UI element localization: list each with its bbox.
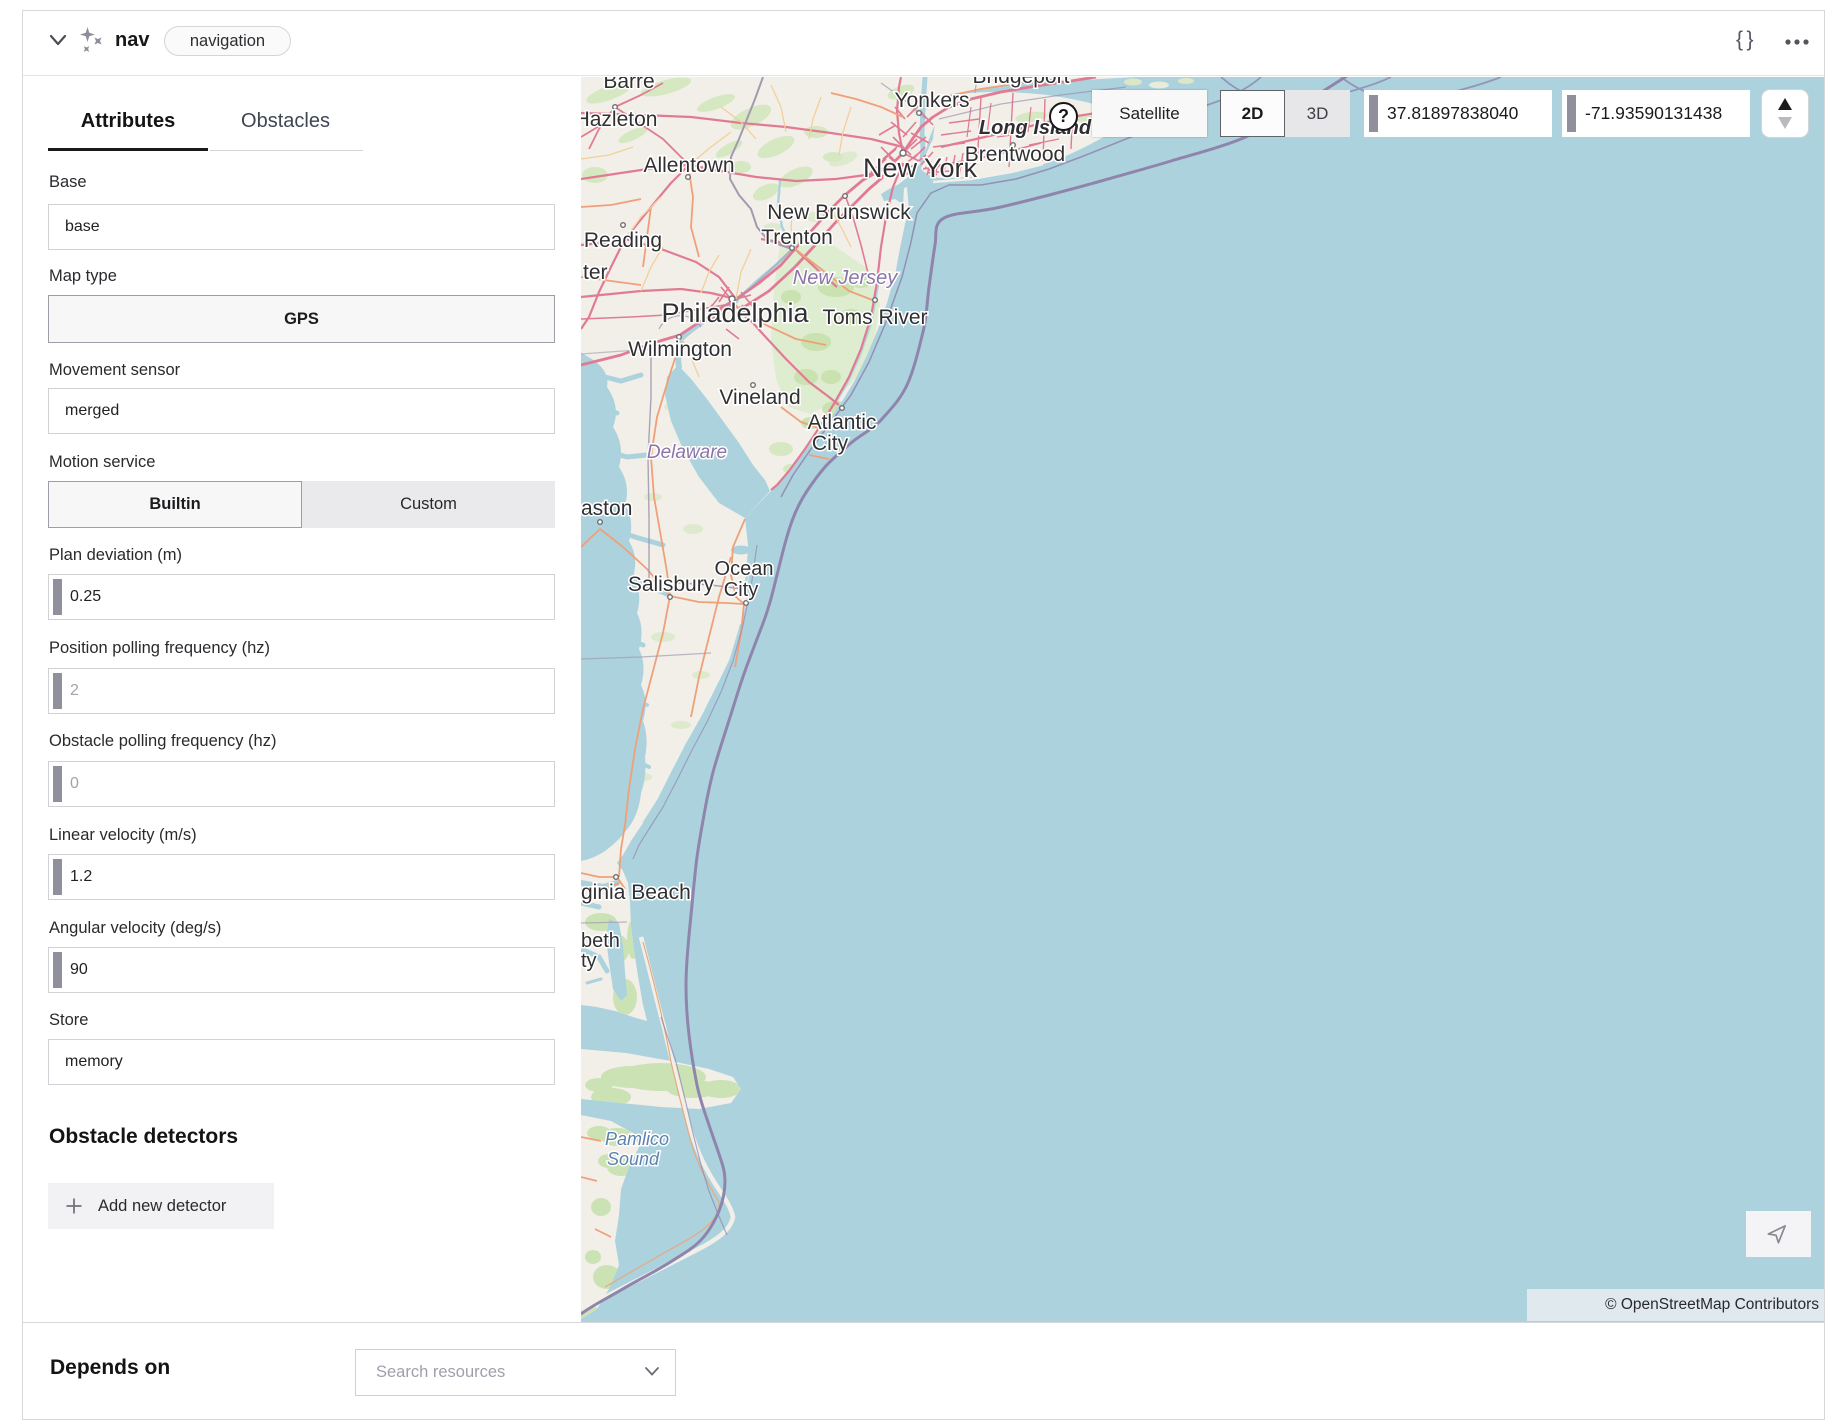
svg-text:Barre: Barre: [603, 77, 654, 93]
svg-text:Yonkers: Yonkers: [894, 89, 969, 112]
svg-text:beth: beth: [581, 930, 620, 952]
svg-text:Trenton: Trenton: [761, 226, 833, 249]
svg-text:ginia Beach: ginia Beach: [581, 881, 691, 904]
svg-text:Sound: Sound: [607, 1149, 660, 1169]
svg-text:ty: ty: [581, 950, 597, 972]
svg-text:Philadelphia: Philadelphia: [661, 298, 809, 328]
svg-text:Brentwood: Brentwood: [965, 143, 1065, 166]
svg-text:Pamlico: Pamlico: [605, 1129, 669, 1149]
svg-text:Toms River: Toms River: [822, 306, 927, 329]
svg-text:aston: aston: [581, 497, 632, 520]
svg-text:Bridgeport: Bridgeport: [973, 77, 1070, 88]
svg-text:Wilmington: Wilmington: [628, 338, 732, 361]
svg-text:Hazleton: Hazleton: [581, 108, 657, 131]
svg-text:Atlantic: Atlantic: [808, 411, 877, 434]
svg-text:Delaware: Delaware: [647, 442, 727, 463]
svg-text:ter: ter: [583, 261, 608, 284]
svg-text:Reading: Reading: [584, 229, 662, 252]
svg-text:Salisbury: Salisbury: [628, 573, 715, 596]
svg-text:New Jersey: New Jersey: [793, 267, 898, 289]
svg-text:City: City: [724, 579, 758, 601]
svg-text:Allentown: Allentown: [643, 154, 734, 177]
svg-text:Ocean: Ocean: [715, 558, 774, 580]
svg-text:New York: New York: [863, 153, 978, 183]
svg-text:Vineland: Vineland: [719, 386, 800, 409]
svg-text:City: City: [812, 432, 849, 455]
svg-text:New Brunswick: New Brunswick: [767, 201, 911, 224]
